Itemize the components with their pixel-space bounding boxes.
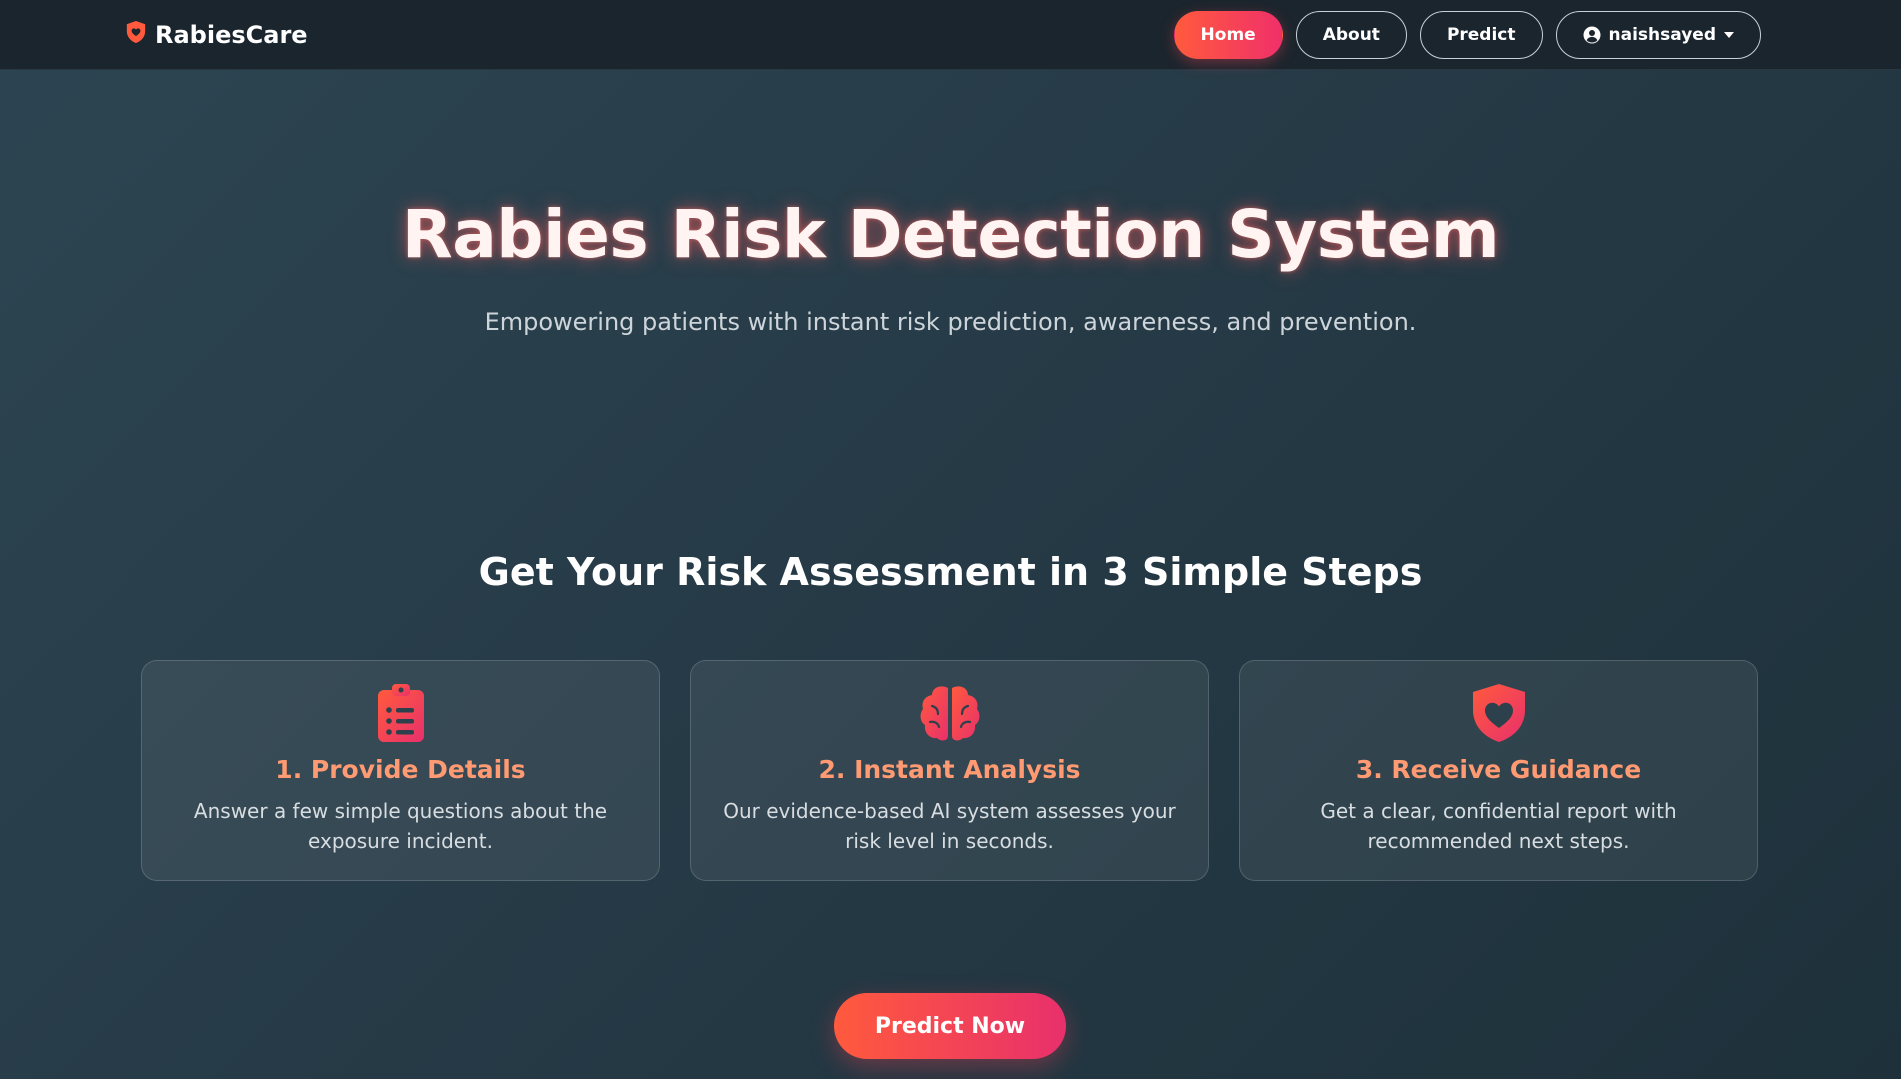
step-3-title: 3. Receive Guidance	[1355, 755, 1642, 784]
nav-about-label: About	[1322, 25, 1380, 45]
step-1-text: Answer a few simple questions about the …	[193, 799, 608, 853]
shield-heart-icon	[125, 20, 147, 50]
brand-name: RabiesCare	[155, 21, 308, 49]
shield-heart-icon	[1469, 683, 1529, 743]
step-1-title: 1. Provide Details	[275, 755, 526, 784]
hero-subtitle: Empowering patients with instant risk pr…	[484, 308, 1417, 336]
user-name: naishsayed	[1608, 25, 1716, 45]
steps-cards: 1. Provide Details Answer a few simple q…	[141, 660, 1758, 881]
predict-now-button[interactable]: Predict Now	[834, 993, 1066, 1059]
nav-home-button[interactable]: Home	[1173, 11, 1283, 59]
top-navbar: RabiesCare Home About Predict naishsayed	[0, 0, 1901, 70]
step-card-instant-analysis: 2. Instant Analysis Our evidence-based A…	[690, 660, 1209, 881]
step-2-text: Our evidence-based AI system assesses yo…	[723, 799, 1176, 853]
caret-down-icon	[1724, 32, 1734, 38]
user-menu-dropdown[interactable]: naishsayed	[1555, 11, 1761, 59]
predict-now-label: Predict Now	[874, 1013, 1026, 1039]
nav-home-label: Home	[1200, 25, 1256, 45]
nav-links: Home About Predict naishsayed	[1173, 11, 1761, 59]
brand-logo[interactable]: RabiesCare	[125, 18, 308, 52]
nav-predict-button[interactable]: Predict	[1419, 11, 1543, 59]
step-3-text: Get a clear, confidential report with re…	[1320, 799, 1677, 853]
hero-title: Rabies Risk Detection System	[401, 196, 1500, 273]
step-card-provide-details: 1. Provide Details Answer a few simple q…	[141, 660, 660, 881]
clipboard-list-icon	[371, 683, 431, 743]
step-2-title: 2. Instant Analysis	[818, 755, 1081, 784]
step-card-receive-guidance: 3. Receive Guidance Get a clear, confide…	[1239, 660, 1758, 881]
steps-section-title: Get Your Risk Assessment in 3 Simple Ste…	[478, 550, 1423, 594]
nav-predict-label: Predict	[1446, 25, 1516, 45]
user-circle-icon	[1583, 26, 1601, 44]
brain-icon	[920, 683, 980, 743]
nav-about-button[interactable]: About	[1295, 11, 1407, 59]
